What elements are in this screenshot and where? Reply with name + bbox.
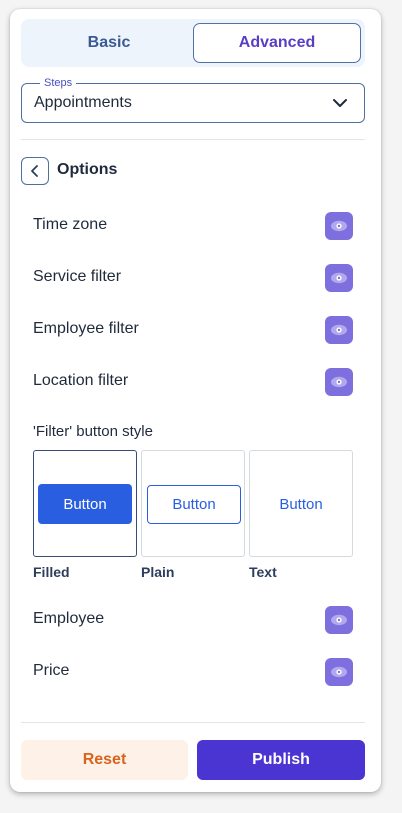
steps-select[interactable]: Steps Appointments xyxy=(21,77,365,123)
sample-button-plain: Button xyxy=(147,485,241,524)
style-label-text: Text xyxy=(249,564,277,580)
eye-icon[interactable] xyxy=(325,368,353,396)
option-row-employee-filter: Employee filter xyxy=(33,316,353,344)
eye-icon[interactable] xyxy=(325,658,353,686)
tab-advanced[interactable]: Advanced xyxy=(193,23,361,63)
eye-icon[interactable] xyxy=(325,212,353,240)
chevron-left-icon xyxy=(31,165,38,177)
steps-legend: Steps xyxy=(40,77,77,89)
footer-divider xyxy=(21,722,365,723)
option-row-location-filter: Location filter xyxy=(33,368,353,396)
settings-panel: Basic Advanced Steps Appointments Option… xyxy=(10,9,381,792)
eye-icon[interactable] xyxy=(325,316,353,344)
style-label-filled: Filled xyxy=(33,564,70,580)
reset-button[interactable]: Reset xyxy=(21,740,188,780)
style-option-filled[interactable]: Button xyxy=(33,450,137,557)
style-option-plain[interactable]: Button xyxy=(141,450,245,557)
publish-button[interactable]: Publish xyxy=(197,740,365,780)
back-button[interactable] xyxy=(21,157,49,185)
divider xyxy=(21,139,365,140)
eye-icon[interactable] xyxy=(325,264,353,292)
chevron-down-icon xyxy=(333,99,347,107)
filter-style-heading: 'Filter' button style xyxy=(33,423,153,440)
option-label: Employee filter xyxy=(33,320,139,337)
option-row-price: Price xyxy=(33,658,353,686)
options-title: Options xyxy=(57,161,118,178)
option-row-time-zone: Time zone xyxy=(33,212,353,240)
mode-tabs: Basic Advanced xyxy=(21,19,365,67)
sample-button-text: Button xyxy=(279,495,323,513)
option-label: Time zone xyxy=(33,216,108,233)
option-label: Price xyxy=(33,662,70,679)
style-label-plain: Plain xyxy=(141,564,175,580)
tab-basic[interactable]: Basic xyxy=(25,23,193,63)
option-label: Location filter xyxy=(33,372,129,389)
eye-icon[interactable] xyxy=(325,606,353,634)
option-row-service-filter: Service filter xyxy=(33,264,353,292)
option-row-employee: Employee xyxy=(33,606,353,634)
option-label: Employee xyxy=(33,610,105,627)
style-option-text[interactable]: Button xyxy=(249,450,353,557)
option-label: Service filter xyxy=(33,268,122,285)
sample-button-filled: Button xyxy=(38,484,132,524)
steps-value: Appointments xyxy=(34,94,132,111)
